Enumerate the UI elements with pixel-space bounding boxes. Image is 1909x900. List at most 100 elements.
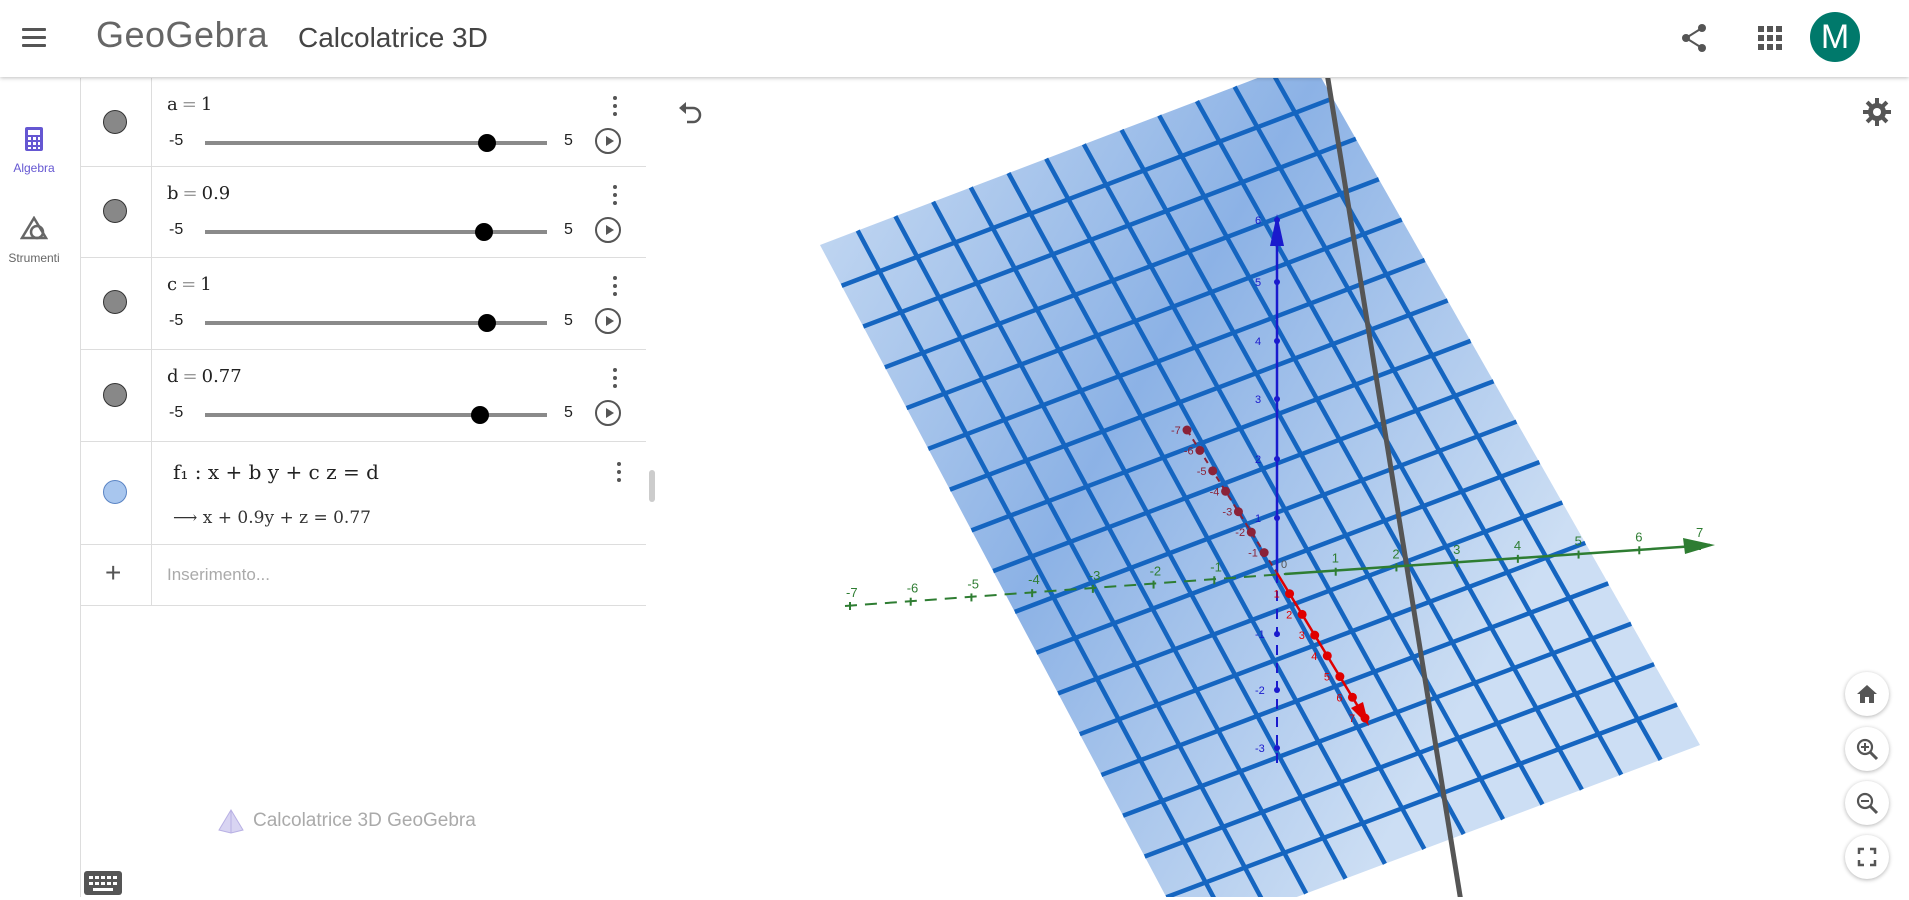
sidebar-item-label: Algebra — [13, 161, 55, 175]
x-tick-label: 7 — [1696, 525, 1703, 540]
graphics-3d-view[interactable]: -7 -6 -5 -4 -3 -2 -1 1 2 3 4 5 6 7 6 5 4 3 2 1 -1 -2 -3 -7 -6-… — [665, 78, 1909, 897]
visibility-toggle[interactable] — [103, 290, 127, 314]
more-options-icon[interactable] — [610, 460, 628, 484]
algebra-item-plane-f1[interactable]: f₁ : x + b y + c z = d ⟶ x + 0.9y + z = … — [81, 442, 646, 545]
z-tick-label: -3 — [1255, 743, 1265, 755]
slider-name: c — [167, 274, 178, 295]
fullscreen-button[interactable] — [1845, 835, 1889, 879]
z-tick-mark — [1274, 515, 1280, 521]
more-options-icon[interactable] — [606, 274, 624, 298]
y-tick-mark — [1246, 527, 1256, 537]
more-options-icon[interactable] — [606, 366, 624, 390]
slider-name: d — [167, 366, 179, 387]
x-tick-label: -1 — [1210, 559, 1222, 574]
y-tick-label: 3 — [1299, 630, 1305, 642]
y-tick-label: 5 — [1324, 672, 1330, 684]
algebra-input[interactable] — [165, 559, 629, 591]
y-tick-mark — [1297, 609, 1307, 619]
share-icon[interactable] — [1676, 20, 1712, 56]
app-watermark: Calcolatrice 3D GeoGebra — [217, 808, 476, 834]
visibility-toggle[interactable] — [103, 110, 127, 134]
zoom-in-icon — [1856, 738, 1879, 761]
z-tick-label: 1 — [1255, 513, 1261, 525]
y-tick-label: -2 — [1235, 527, 1245, 539]
z-tick-label: 6 — [1255, 215, 1261, 227]
y-tick-mark — [1221, 486, 1231, 496]
y-tick-mark — [1259, 548, 1269, 558]
y-tick-label: -4 — [1210, 486, 1220, 498]
y-tick-mark — [1310, 630, 1320, 640]
y-tick-mark — [1322, 651, 1332, 661]
algebra-item-slider-a[interactable]: a = 1 -5 5 — [81, 78, 646, 167]
y-tick-mark — [1335, 672, 1345, 682]
slider-max: 5 — [564, 221, 573, 238]
scene-3d[interactable]: -7 -6 -5 -4 -3 -2 -11 2 3 4 5 6 7 654321-1-2-3 -7-6-… — [665, 78, 1909, 897]
sidebar-item-strumenti[interactable]: Strumenti — [0, 215, 68, 265]
zoom-out-button[interactable] — [1845, 781, 1889, 825]
x-tick-label: -5 — [967, 576, 979, 591]
slider-definition[interactable]: d = 0.77 — [167, 366, 242, 387]
algebra-item-slider-d[interactable]: d = 0.77 -5 5 — [81, 350, 646, 442]
slider-value: 0.77 — [201, 366, 242, 387]
header-bar: GeoGebra Calcolatrice 3D M — [0, 0, 1909, 77]
slider-knob[interactable] — [478, 314, 496, 332]
play-animation-icon[interactable] — [595, 400, 621, 426]
zoom-in-button[interactable] — [1845, 727, 1889, 771]
watermark-text: Calcolatrice 3D GeoGebra — [253, 810, 476, 832]
slider-definition[interactable]: a = 1 — [167, 94, 212, 115]
more-options-icon[interactable] — [606, 183, 624, 207]
slider-value: 1 — [200, 94, 213, 115]
menu-icon[interactable] — [22, 26, 48, 48]
visibility-toggle[interactable] — [103, 199, 127, 223]
y-tick-label: 7 — [1349, 713, 1355, 725]
slider-definition[interactable]: c = 1 — [167, 274, 212, 295]
scrollbar-handle[interactable] — [649, 470, 655, 502]
undo-icon[interactable] — [675, 96, 705, 126]
x-tick-label: 1 — [1332, 551, 1339, 566]
home-button[interactable] — [1845, 672, 1889, 716]
y-tick-label: -6 — [1184, 445, 1194, 457]
slider-max: 5 — [564, 404, 573, 421]
fullscreen-icon — [1857, 847, 1877, 867]
apps-grid-icon[interactable] — [1752, 20, 1788, 56]
visibility-toggle-column — [81, 167, 152, 257]
keyboard-icon[interactable] — [84, 871, 122, 895]
plane-definition[interactable]: f₁ : x + b y + c z = d — [173, 460, 379, 484]
slider-track[interactable] — [205, 413, 547, 417]
visibility-toggle[interactable] — [103, 480, 127, 504]
plane-output: ⟶ x + 0.9y + z = 0.77 — [173, 508, 371, 528]
slider-max: 5 — [564, 132, 573, 149]
geogebra-logo[interactable]: GeoGebra — [96, 14, 268, 56]
slider-definition[interactable]: b = 0.9 — [167, 183, 230, 204]
algebra-item-slider-c[interactable]: c = 1 -5 5 — [81, 258, 646, 350]
z-tick-mark — [1274, 338, 1280, 344]
y-tick-mark — [1208, 466, 1218, 476]
settings-gear-icon[interactable] — [1861, 96, 1893, 128]
slider-knob[interactable] — [471, 406, 489, 424]
algebra-item-slider-b[interactable]: b = 0.9 -5 5 — [81, 167, 646, 258]
play-animation-icon[interactable] — [595, 308, 621, 334]
plus-icon[interactable]: + — [105, 557, 121, 589]
x-tick-label: -7 — [846, 585, 858, 600]
x-tick-label: -4 — [1028, 572, 1040, 587]
slider-knob[interactable] — [475, 223, 493, 241]
y-tick-label: -7 — [1171, 425, 1181, 437]
z-tick-label: 2 — [1255, 454, 1261, 466]
x-tick-label: -2 — [1150, 564, 1162, 579]
home-icon — [1857, 685, 1877, 703]
slider-knob[interactable] — [478, 134, 496, 152]
slider-min: -5 — [169, 221, 184, 238]
user-avatar[interactable]: M — [1810, 12, 1860, 62]
y-tick-mark — [1360, 713, 1370, 723]
z-tick-label: 5 — [1255, 277, 1261, 289]
sidebar-item-algebra[interactable]: Algebra — [0, 126, 68, 175]
visibility-toggle-column — [81, 258, 152, 349]
play-animation-icon[interactable] — [595, 128, 621, 154]
play-animation-icon[interactable] — [595, 217, 621, 243]
visibility-toggle-column — [81, 350, 152, 441]
y-tick-label: 1 — [1274, 589, 1280, 601]
more-options-icon[interactable] — [606, 94, 624, 118]
z-tick-label: 3 — [1255, 394, 1261, 406]
slider-track[interactable] — [205, 230, 547, 234]
visibility-toggle[interactable] — [103, 383, 127, 407]
